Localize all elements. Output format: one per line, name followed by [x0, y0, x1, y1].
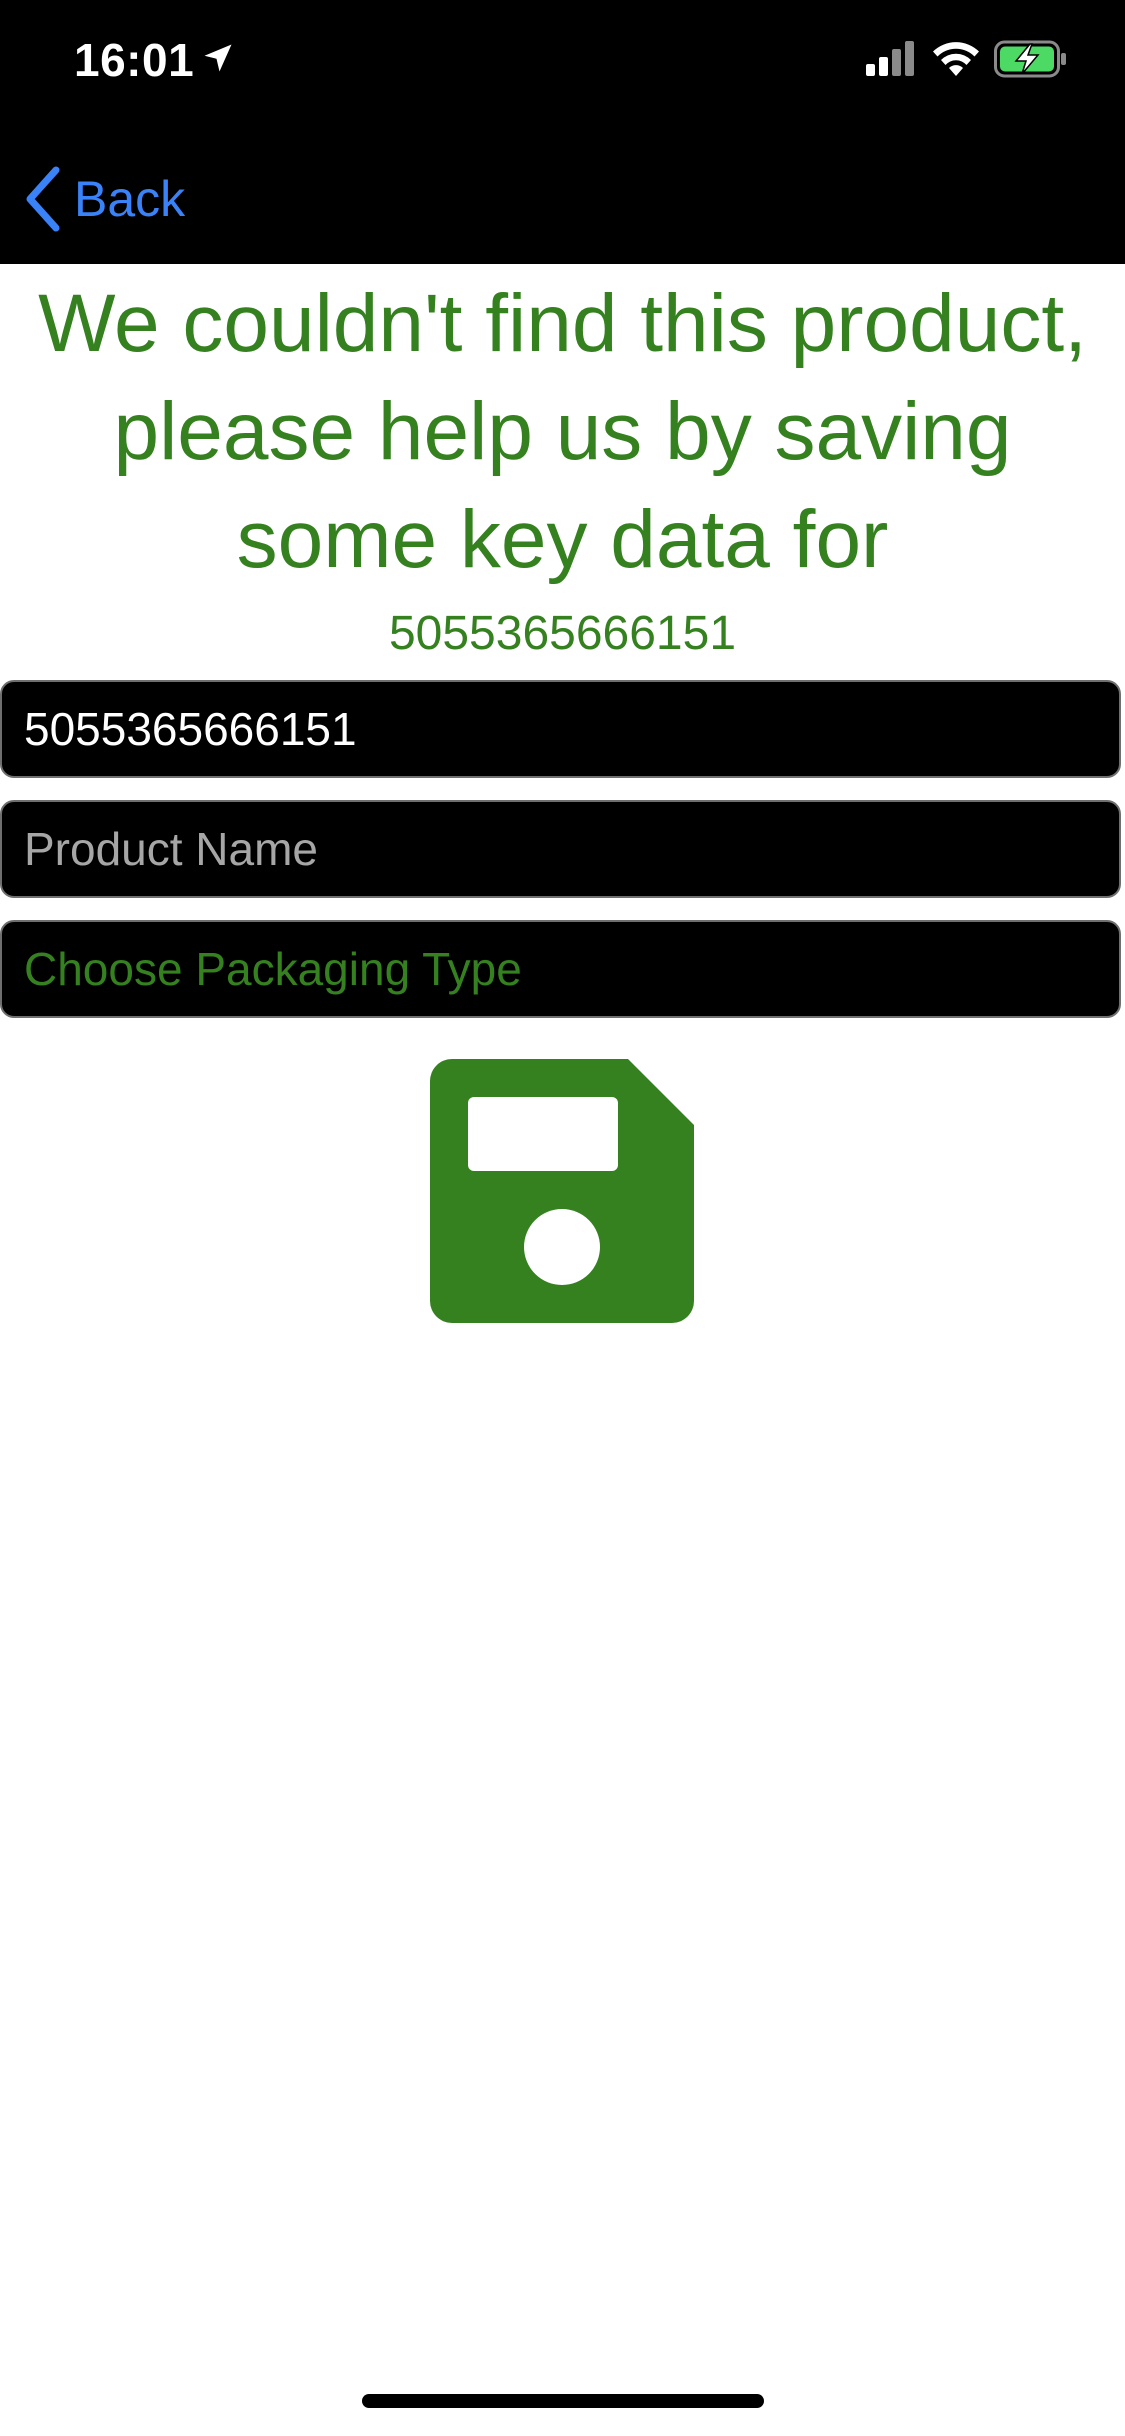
- top-bar: 16:01 Back: [0, 0, 1125, 264]
- chevron-left-icon: [26, 166, 60, 232]
- home-indicator: [362, 2394, 764, 2408]
- location-arrow-icon: [204, 44, 232, 72]
- heading-line-3: some key data for: [236, 494, 889, 585]
- screen: 16:01 Back We couldn't find this product…: [0, 0, 1125, 2436]
- cellular-signal-icon: [866, 41, 914, 76]
- heading-line-2: please help us by saving: [113, 386, 1012, 477]
- floppy-disk-save-icon: [430, 1059, 694, 1323]
- back-label: Back: [74, 171, 186, 227]
- wifi-icon: [933, 42, 979, 76]
- barcode-input[interactable]: [24, 702, 1119, 756]
- battery-charging-icon: [994, 40, 1066, 78]
- barcode-field[interactable]: [0, 680, 1121, 778]
- heading-line-1: We couldn't find this product,: [38, 278, 1087, 369]
- save-button[interactable]: [430, 1059, 694, 1323]
- product-name-field[interactable]: [0, 800, 1121, 898]
- packaging-type-picker[interactable]: Choose Packaging Type: [0, 920, 1121, 1018]
- product-name-input[interactable]: [24, 822, 1119, 876]
- not-found-heading: We couldn't find this product, please he…: [0, 270, 1125, 594]
- barcode-label: 5055365666151: [388, 607, 737, 660]
- packaging-type-label: Choose Packaging Type: [24, 943, 522, 995]
- status-time: 16:01: [74, 34, 195, 86]
- back-button[interactable]: Back: [24, 164, 185, 234]
